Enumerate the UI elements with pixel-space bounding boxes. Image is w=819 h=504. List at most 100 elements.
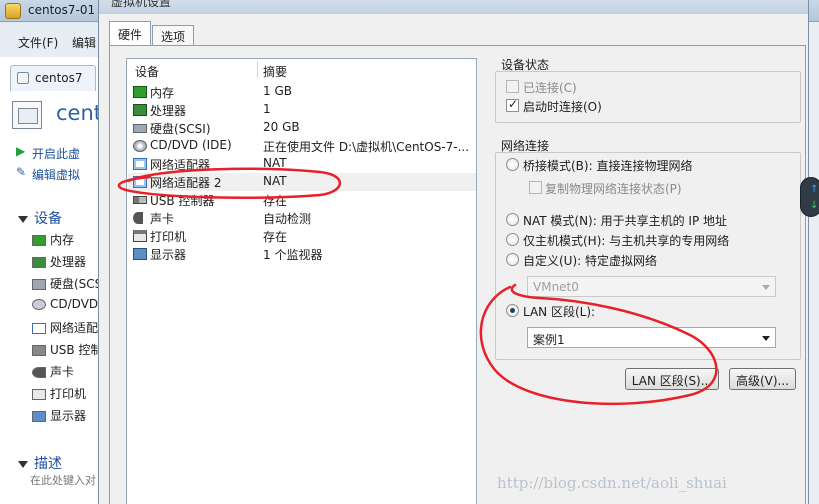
- vm-tab-icon: [17, 72, 29, 84]
- lan-segment-label: LAN 区段(L):: [523, 305, 596, 319]
- dialog-title: 虚拟机设置: [111, 0, 172, 9]
- custom-radio[interactable]: [506, 253, 519, 266]
- bg-device-label: 网络适配: [50, 321, 99, 335]
- device-summary: 20 GB: [263, 120, 300, 134]
- hard-disk-icon: [133, 124, 147, 133]
- sound-card-icon: [133, 212, 143, 224]
- connect-at-power-on-checkbox[interactable]: [506, 97, 519, 112]
- description-placeholder[interactable]: 在此处键入对: [30, 472, 100, 488]
- vm-tab-label: centos7: [35, 71, 83, 85]
- device-list[interactable]: 设备 摘要 内存 1 GB 处理器 1 硬盘(SCSI) 20 GB CD/DV…: [126, 58, 477, 504]
- lan-segment-select[interactable]: 案例1: [527, 327, 776, 348]
- arrow-up-icon[interactable]: ↑: [810, 184, 818, 195]
- lan-segment-radio[interactable]: [506, 304, 519, 317]
- menu-file[interactable]: 文件(F): [18, 34, 58, 51]
- bg-device-label: 内存: [50, 233, 75, 247]
- cd-dvd-icon: [32, 299, 46, 310]
- replicate-state-checkbox[interactable]: [529, 181, 542, 194]
- edit-settings-label: 编辑虚拟: [32, 168, 81, 182]
- device-name: USB 控制器: [150, 194, 215, 208]
- bg-device-label: 声卡: [50, 365, 75, 379]
- device-row-network-adapter[interactable]: 网络适配器 NAT: [128, 155, 476, 173]
- bg-device-label: 打印机: [50, 387, 87, 401]
- nat-radio[interactable]: [506, 213, 519, 226]
- chevron-down-icon: [762, 336, 770, 341]
- device-name: 网络适配器: [150, 158, 211, 172]
- bridged-radio[interactable]: [506, 158, 519, 171]
- network-adapter-icon: [133, 158, 147, 170]
- dialog-titlebar: 虚拟机设置: [99, 0, 808, 14]
- tab-options[interactable]: 选项: [152, 25, 195, 45]
- device-name: 硬盘(SCSI): [150, 122, 211, 136]
- connected-label: 已连接(C): [523, 81, 577, 95]
- device-row-sound-card[interactable]: 声卡 自动检测: [128, 209, 476, 227]
- bg-window-right-edge: [809, 22, 819, 504]
- vm-tab[interactable]: centos7: [10, 65, 96, 91]
- bg-device-processor[interactable]: 处理器: [32, 253, 100, 271]
- device-row-printer[interactable]: 打印机 存在: [128, 227, 476, 245]
- host-only-label: 仅主机模式(H): 与主机共享的专用网络: [523, 234, 730, 248]
- bg-device-memory[interactable]: 内存: [32, 231, 100, 249]
- host-only-radio[interactable]: [506, 233, 519, 246]
- device-row-network-adapter-2[interactable]: 网络适配器 2 NAT: [128, 173, 476, 191]
- device-summary: NAT: [263, 174, 287, 188]
- printer-icon: [32, 389, 46, 400]
- device-name: 处理器: [150, 104, 187, 118]
- nat-label: NAT 模式(N): 用于共享主机的 IP 地址: [523, 214, 728, 228]
- usb-controller-icon: [133, 196, 147, 204]
- bg-device-usb[interactable]: USB 控制: [32, 341, 100, 359]
- lan-segments-button[interactable]: LAN 区段(S)...: [625, 368, 719, 390]
- device-summary: 存在: [263, 230, 288, 244]
- floating-nav-widget[interactable]: ↑ ↓: [800, 177, 819, 217]
- device-summary: 正在使用文件 D:\虚拟机\CentOS-7-...: [263, 140, 470, 154]
- collapse-triangle-icon: [18, 460, 28, 468]
- device-summary: 1: [263, 102, 271, 116]
- device-summary: 存在: [263, 194, 288, 208]
- device-name: 显示器: [150, 248, 187, 262]
- device-row-usb-controller[interactable]: USB 控制器 存在: [128, 191, 476, 209]
- device-name: CD/DVD (IDE): [150, 138, 232, 152]
- processor-icon: [133, 104, 147, 116]
- replicate-state-label: 复制物理网络连接状态(P): [545, 182, 682, 196]
- network-adapter-icon: [32, 323, 46, 334]
- vmware-logo-icon: [5, 3, 21, 19]
- device-name: 打印机: [150, 230, 187, 244]
- bg-device-cd[interactable]: CD/DVD: [32, 297, 100, 315]
- column-divider[interactable]: [257, 61, 258, 77]
- memory-icon: [133, 86, 147, 98]
- device-row-memory[interactable]: 内存 1 GB: [128, 83, 476, 101]
- arrow-down-icon[interactable]: ↓: [810, 200, 818, 211]
- bg-device-label: 硬盘(SCSI): [50, 277, 100, 291]
- cd-dvd-icon: [133, 140, 147, 152]
- devices-section-header[interactable]: 设备: [18, 208, 62, 228]
- menu-edit[interactable]: 编辑: [72, 34, 96, 51]
- custom-label: 自定义(U): 特定虚拟网络: [523, 254, 658, 268]
- chevron-down-icon: [762, 285, 770, 290]
- device-summary: 自动检测: [263, 212, 312, 226]
- bg-device-sound[interactable]: 声卡: [32, 363, 100, 381]
- column-header-device[interactable]: 设备: [135, 63, 159, 80]
- bg-device-printer[interactable]: 打印机: [32, 385, 100, 403]
- power-on-label: 开启此虚: [32, 147, 81, 161]
- device-row-processor[interactable]: 处理器 1: [128, 101, 476, 119]
- printer-icon: [133, 230, 147, 242]
- custom-vmnet-select[interactable]: VMnet0: [527, 276, 776, 297]
- description-section-header[interactable]: 描述: [18, 453, 62, 473]
- display-icon: [133, 248, 147, 260]
- device-row-display[interactable]: 显示器 1 个监视器: [128, 245, 476, 263]
- bridged-label: 桥接模式(B): 直接连接物理网络: [523, 159, 693, 173]
- device-row-hard-disk[interactable]: 硬盘(SCSI) 20 GB: [128, 119, 476, 137]
- device-row-cd-dvd[interactable]: CD/DVD (IDE) 正在使用文件 D:\虚拟机\CentOS-7-...: [128, 137, 476, 155]
- usb-controller-icon: [32, 345, 46, 356]
- column-header-summary[interactable]: 摘要: [263, 63, 287, 80]
- vm-large-icon: [12, 101, 42, 129]
- connected-checkbox[interactable]: [506, 80, 519, 93]
- connect-at-power-on-label: 启动时连接(O): [523, 100, 602, 114]
- advanced-button[interactable]: 高级(V)...: [729, 368, 796, 390]
- custom-vmnet-value: VMnet0: [533, 280, 579, 294]
- bg-device-display[interactable]: 显示器: [32, 407, 100, 425]
- vm-name-heading: cent: [56, 101, 103, 125]
- tab-hardware[interactable]: 硬件: [109, 21, 152, 45]
- bg-device-network[interactable]: 网络适配: [32, 319, 100, 337]
- bg-device-hdd[interactable]: 硬盘(SCSI): [32, 275, 100, 293]
